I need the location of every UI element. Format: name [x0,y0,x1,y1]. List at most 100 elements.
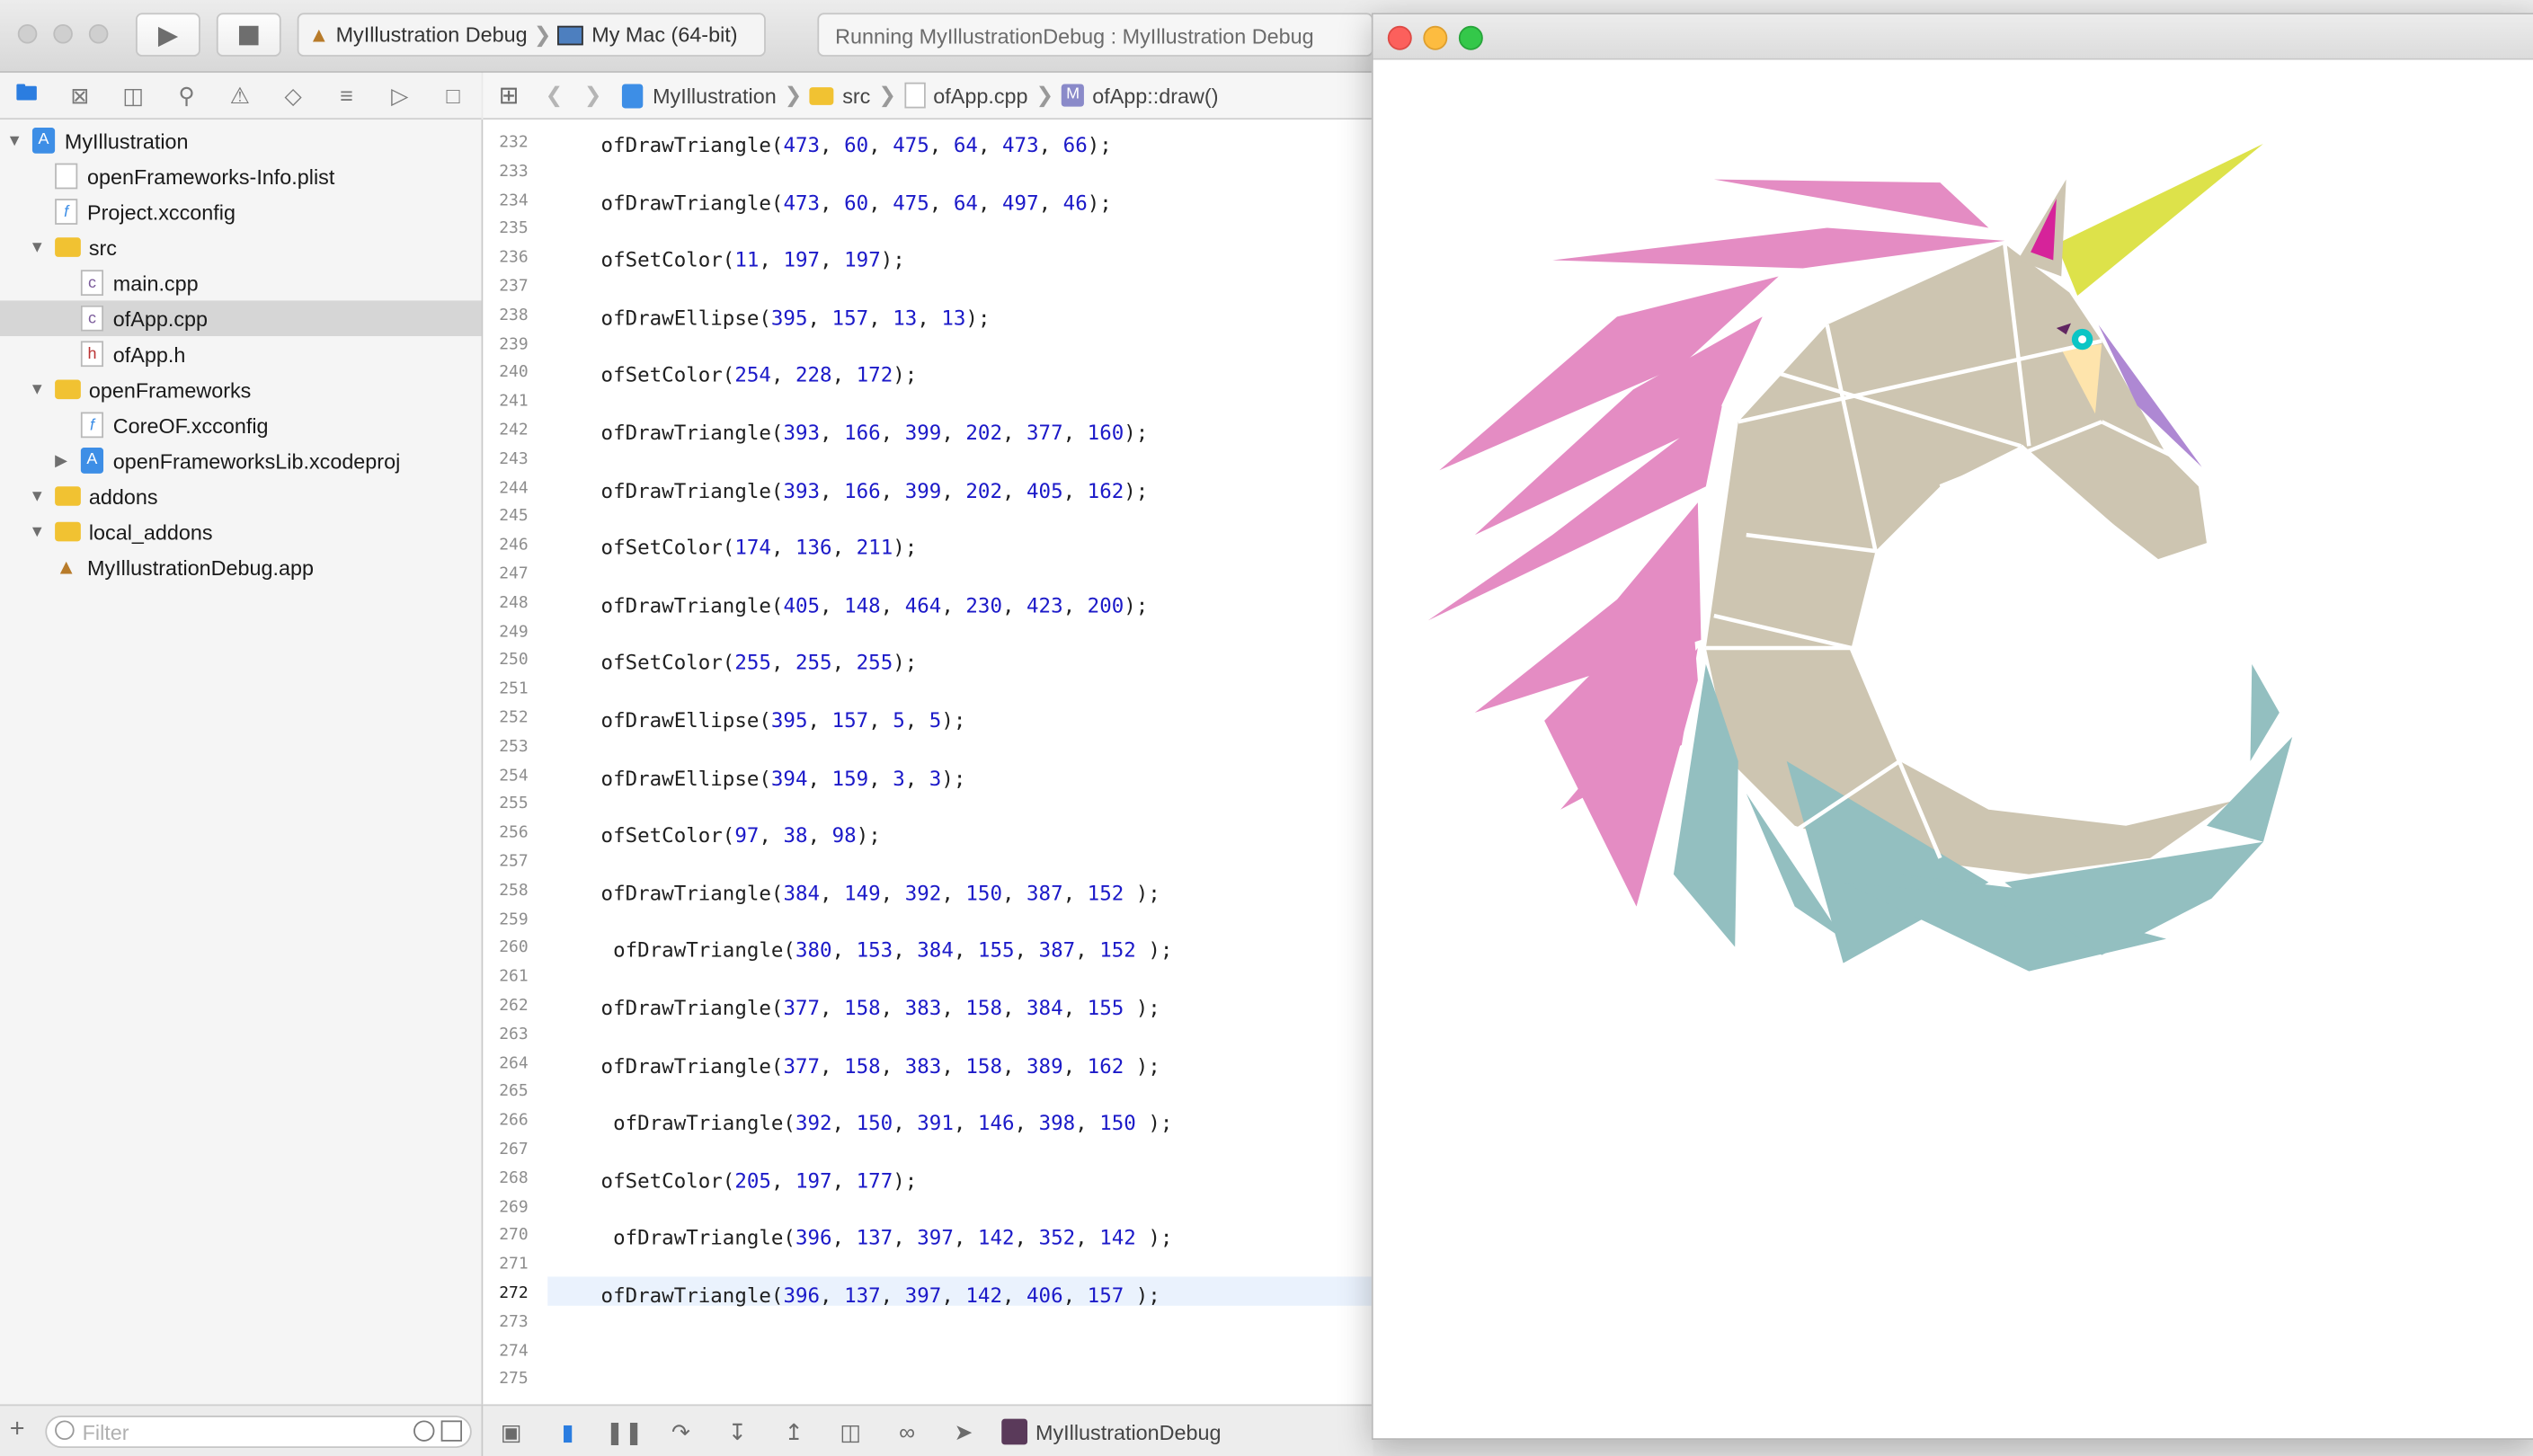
tree-item-project[interactable]: ▼ A MyIllustration [0,123,482,159]
code-line[interactable]: ofDrawTriangle(393, 166, 399, 202, 377, … [601,420,1149,444]
stop-button[interactable] [216,13,281,57]
disclosure-open-icon[interactable]: ▼ [6,132,22,150]
step-over-icon[interactable]: ↷ [653,1418,709,1446]
pause-icon[interactable]: ❚❚ [596,1418,653,1446]
tree-item-label: MyIllustrationDebug.app [87,555,315,580]
jump-bar-file[interactable]: ofApp.cpp [933,84,1027,108]
line-number: 236 [499,249,529,268]
memory-graph-icon[interactable]: ∞ [879,1419,936,1445]
scheme-device-label[interactable]: My Mac (64-bit) [591,22,737,47]
code-line[interactable]: ofDrawTriangle(377, 158, 383, 158, 389, … [601,1053,1160,1078]
code-line[interactable]: ofDrawTriangle(392, 150, 391, 146, 398, … [601,1111,1172,1135]
add-plus-icon[interactable]: + [10,1416,25,1444]
breakpoint-navigator-icon[interactable]: ▷ [373,82,426,110]
disclosure-open-icon[interactable]: ▼ [29,523,45,541]
code-line[interactable]: ofDrawEllipse(394, 159, 3, 3); [601,766,966,790]
code-line[interactable]: ofSetColor(11, 197, 197); [601,247,905,271]
filter-input[interactable]: Filter [45,1416,472,1449]
jump-bar-symbol[interactable]: ofApp::draw() [1092,84,1218,108]
scm-filter-icon[interactable] [440,1420,462,1442]
code-line[interactable]: ofDrawTriangle(396, 137, 397, 142, 352, … [601,1226,1172,1250]
code-line[interactable]: ofDrawTriangle(377, 158, 383, 158, 384, … [601,996,1160,1020]
tree-item-ofapp-h[interactable]: h ofApp.h [0,336,482,372]
disclosure-open-icon[interactable]: ▼ [29,238,45,256]
step-into-icon[interactable]: ↧ [709,1418,766,1446]
hide-debug-area-icon[interactable]: ▣ [483,1418,539,1446]
forward-chevron-icon[interactable]: ❯ [573,83,612,109]
report-navigator-icon[interactable]: □ [426,83,479,109]
method-icon: M [1062,84,1085,107]
tree-item-app-product[interactable]: ▲ MyIllustrationDebug.app [0,549,482,585]
find-navigator-search-icon[interactable]: ⚲ [160,82,213,110]
disclosure-open-icon[interactable]: ▼ [29,487,45,505]
tree-item-src-folder[interactable]: ▼ src [0,229,482,265]
jump-bar-project[interactable]: MyIllustration [653,84,777,108]
source-editor[interactable]: 232 ofDrawTriangle(473, 60, 475, 64, 473,… [483,120,1373,1405]
tree-item-addons-folder[interactable]: ▼ addons [0,478,482,514]
test-navigator-diamond-icon[interactable]: ◇ [267,82,320,110]
unicorn-illustration [1427,144,2293,972]
debug-view-hierarchy-icon[interactable]: ◫ [822,1418,879,1446]
app-zoom-button[interactable] [1458,25,1483,50]
jump-bar-folder[interactable]: src [842,84,870,108]
tree-item-coreof-xcconfig[interactable]: f CoreOF.xcconfig [0,407,482,443]
tree-item-xcconfig[interactable]: f Project.xcconfig [0,194,482,230]
scheme-selector[interactable]: ▲ MyIllustration Debug ❯ My Mac (64-bit) [297,13,766,57]
disclosure-closed-icon[interactable]: ▶ [55,452,71,470]
code-line[interactable]: ofSetColor(255, 255, 255); [601,650,918,674]
code-line[interactable]: ofDrawTriangle(396, 137, 397, 142, 406, … [601,1283,1160,1308]
code-line[interactable]: ofSetColor(205, 197, 177); [601,1168,918,1193]
tree-item-label: CoreOF.xcconfig [112,413,269,438]
code-line[interactable]: ofDrawEllipse(395, 157, 5, 5); [601,708,966,732]
tree-item-main-cpp[interactable]: c main.cpp [0,265,482,301]
code-line[interactable]: ofDrawTriangle(405, 148, 464, 230, 423, … [601,593,1149,617]
symbol-navigator-icon[interactable]: ◫ [107,82,160,110]
debug-navigator-icon[interactable]: ≡ [320,83,373,109]
code-line[interactable]: ofSetColor(174, 136, 211); [601,535,918,559]
recent-files-clock-icon[interactable] [413,1420,435,1442]
simulate-location-icon[interactable]: ➤ [936,1418,992,1446]
disclosure-open-icon[interactable]: ▼ [29,380,45,398]
step-out-icon[interactable]: ↥ [766,1418,822,1446]
illustration-facet [2056,144,2263,297]
source-control-navigator-icon[interactable]: ⊠ [53,82,106,110]
line-number: 266 [499,1112,529,1131]
related-items-grid-icon[interactable]: ⊞ [483,81,535,111]
code-line[interactable]: ofSetColor(254, 228, 172); [601,362,918,386]
code-line[interactable]: ofDrawTriangle(393, 166, 399, 202, 405, … [601,477,1149,502]
line-number: 233 [499,163,529,182]
minimize-window-button[interactable] [53,23,73,44]
tree-item-plist[interactable]: openFrameworks-Info.plist [0,158,482,194]
tree-item-label: ofApp.cpp [112,306,209,331]
code-line[interactable]: ofDrawTriangle(473, 60, 475, 64, 473, 66… [601,132,1112,156]
code-line[interactable]: ofDrawEllipse(395, 157, 13, 13); [601,305,991,329]
app-window-titlebar[interactable] [1373,14,2533,60]
zoom-window-button[interactable] [88,23,109,44]
app-close-button[interactable] [1387,25,1412,50]
tree-item-ofapp-cpp-selected[interactable]: c ofApp.cpp [0,300,482,336]
app-minimize-button[interactable] [1423,25,1448,50]
illustration-facet [2031,199,2057,261]
line-number: 267 [499,1141,529,1159]
tree-item-local-addons-folder[interactable]: ▼ local_addons [0,514,482,550]
tree-item-openframeworks-folder[interactable]: ▼ openFrameworks [0,372,482,408]
application-icon: ▲ [56,554,77,579]
code-line[interactable]: ofDrawTriangle(380, 153, 384, 155, 387, … [601,938,1172,963]
breakpoints-toggle-icon[interactable]: ▮ [539,1418,596,1446]
scheme-target-label[interactable]: MyIllustration Debug [336,22,528,47]
close-window-button[interactable] [17,23,38,44]
illustration-facet [2206,736,2293,842]
activity-viewer: Running MyIllustrationDebug : MyIllustra… [817,13,1373,57]
tree-item-openframeworkslib-project[interactable]: ▶ A openFrameworksLib.xcodeproj [0,443,482,479]
header-file-icon: h [80,341,104,368]
code-line[interactable]: ofDrawTriangle(384, 149, 392, 150, 387, … [601,881,1160,905]
back-chevron-icon[interactable]: ❮ [535,83,573,109]
debug-bar: ▣ ▮ ❚❚ ↷ ↧ ↥ ◫ ∞ ➤ MyIllustrationDebug [483,1404,1373,1456]
project-navigator-folder-icon[interactable]: 🖿 [0,76,53,115]
code-line[interactable]: ofSetColor(97, 38, 98); [601,823,881,848]
run-button[interactable]: ▶ [135,13,200,57]
issue-navigator-warning-icon[interactable]: ⚠ [213,82,266,110]
folder-icon [55,486,81,506]
line-number: 259 [499,910,529,929]
code-line[interactable]: ofDrawTriangle(473, 60, 475, 64, 497, 46… [601,190,1112,214]
